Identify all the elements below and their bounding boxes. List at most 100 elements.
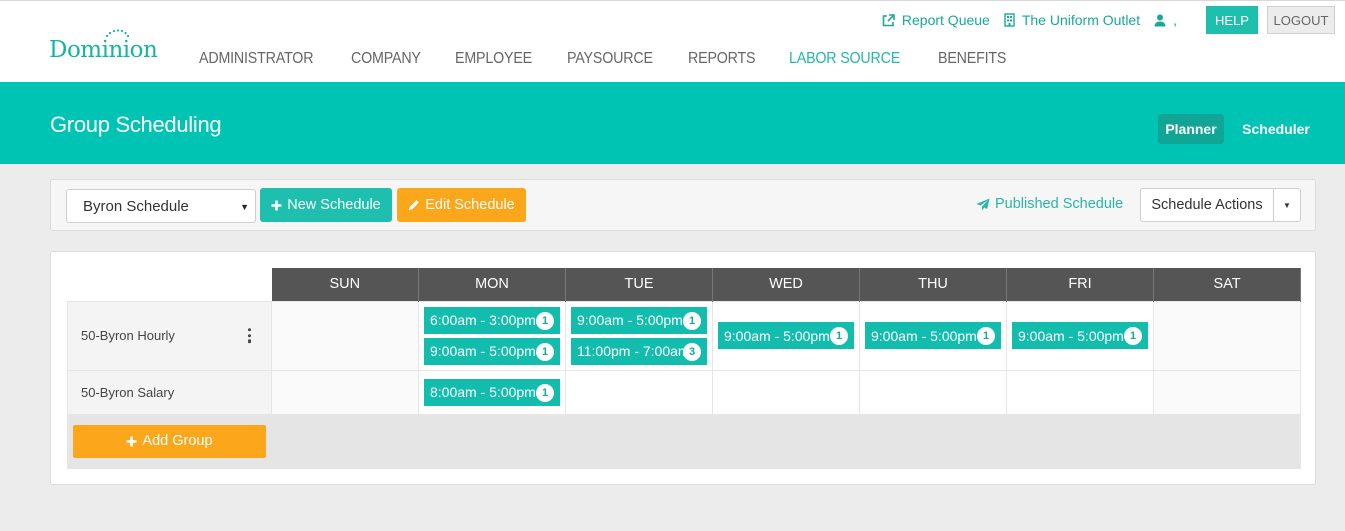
top-header: Dominion Report Queue The Uniform Outlet… bbox=[0, 0, 1345, 82]
company-label: The Uniform Outlet bbox=[1021, 12, 1141, 28]
new-schedule-button[interactable]: New Schedule bbox=[260, 188, 392, 222]
schedule-actions-dropdown[interactable]: ▼ bbox=[1274, 188, 1301, 222]
schedule-actions-button[interactable]: Schedule Actions bbox=[1140, 188, 1274, 222]
help-button[interactable]: HELP bbox=[1206, 6, 1258, 34]
day-cell[interactable]: 9:00am - 5:00pm 1 11:00pm - 7:00am 3 bbox=[565, 300, 713, 371]
day-cell[interactable]: 8:00am - 5:00pm 1 bbox=[418, 369, 566, 415]
day-cell[interactable]: 9:00am - 5:00pm 1 bbox=[859, 300, 1007, 371]
shift-block[interactable]: 11:00pm - 7:00am 3 bbox=[571, 337, 707, 365]
kebab-menu-icon[interactable] bbox=[247, 327, 251, 345]
day-header-fri: FRI bbox=[1006, 268, 1154, 301]
caret-down-icon: ▼ bbox=[240, 202, 249, 212]
shift-count-badge: 1 bbox=[536, 342, 554, 361]
logo-text: Dominion bbox=[49, 37, 158, 63]
shift-block[interactable]: 9:00am - 5:00pm 1 bbox=[571, 306, 707, 334]
utility-bar: Report Queue The Uniform Outlet , HELP L… bbox=[882, 6, 1335, 34]
pencil-icon bbox=[408, 199, 420, 211]
company-link[interactable]: The Uniform Outlet bbox=[1004, 12, 1140, 28]
paper-plane-icon bbox=[976, 198, 990, 211]
shift-time: 9:00am - 5:00pm bbox=[430, 343, 536, 359]
user-icon bbox=[1154, 14, 1166, 27]
user-label: , bbox=[1173, 12, 1177, 28]
dominion-logo[interactable]: Dominion bbox=[49, 29, 158, 63]
shift-time: 9:00am - 5:00pm bbox=[724, 327, 830, 344]
user-link[interactable]: , bbox=[1154, 12, 1177, 28]
schedule-select[interactable]: Byron Schedule ▼ bbox=[66, 189, 256, 223]
schedule-actions-group: Schedule Actions ▼ bbox=[1140, 188, 1301, 222]
nav-employee[interactable]: EMPLOYEE bbox=[455, 50, 532, 68]
page-title: Group Scheduling bbox=[50, 112, 222, 137]
shift-count-badge: 1 bbox=[830, 327, 848, 345]
day-cell[interactable]: 6:00am - 3:00pm 1 9:00am - 5:00pm 1 bbox=[418, 300, 566, 371]
external-link-icon bbox=[882, 13, 895, 27]
new-schedule-label: New Schedule bbox=[287, 197, 381, 213]
day-cell[interactable] bbox=[1153, 300, 1301, 371]
building-icon bbox=[1004, 13, 1015, 27]
report-queue-label: Report Queue bbox=[901, 12, 990, 28]
shift-time: 9:00am - 5:00pm bbox=[1018, 327, 1124, 344]
shift-block[interactable]: 9:00am - 5:00pm 1 bbox=[1012, 322, 1148, 349]
shift-count-badge: 3 bbox=[683, 342, 701, 361]
shift-count-badge: 1 bbox=[683, 311, 701, 330]
shift-time: 8:00am - 5:00pm bbox=[430, 384, 536, 400]
nav-labor-source[interactable]: LABOR SOURCE bbox=[789, 50, 900, 68]
page-banner: Group Scheduling Planner Scheduler bbox=[0, 82, 1345, 164]
shift-block[interactable]: 6:00am - 3:00pm 1 bbox=[424, 306, 560, 334]
group-name: 50-Byron Hourly bbox=[81, 328, 175, 343]
add-group-row: Add Group bbox=[67, 413, 1301, 469]
group-name: 50-Byron Salary bbox=[81, 384, 175, 400]
day-cell[interactable] bbox=[859, 369, 1007, 415]
nav-company[interactable]: COMPANY bbox=[351, 50, 421, 68]
group-row-label: 50-Byron Hourly bbox=[67, 300, 272, 371]
nav-paysource[interactable]: PAYSOURCE bbox=[567, 50, 653, 68]
main-nav: ADMINISTRATOR COMPANY EMPLOYEE PAYSOURCE… bbox=[199, 50, 1040, 68]
report-queue-link[interactable]: Report Queue bbox=[882, 12, 990, 28]
day-header-tue: TUE bbox=[565, 268, 713, 301]
day-header-mon: MON bbox=[418, 268, 566, 301]
day-cell[interactable] bbox=[712, 369, 860, 415]
group-row-label: 50-Byron Salary bbox=[67, 369, 272, 415]
day-header-thu: THU bbox=[859, 268, 1007, 301]
shift-time: 11:00pm - 7:00am bbox=[577, 343, 690, 359]
day-header-sat: SAT bbox=[1153, 268, 1301, 301]
tab-scheduler[interactable]: Scheduler bbox=[1238, 114, 1314, 144]
schedule-toolbar: Byron Schedule ▼ New Schedule Edit Sched… bbox=[50, 179, 1316, 231]
nav-administrator[interactable]: ADMINISTRATOR bbox=[199, 50, 314, 68]
day-cell[interactable] bbox=[1006, 369, 1154, 415]
nav-benefits[interactable]: BENEFITS bbox=[938, 50, 1006, 68]
nav-reports[interactable]: REPORTS bbox=[688, 50, 756, 68]
shift-block[interactable]: 9:00am - 5:00pm 1 bbox=[424, 337, 560, 365]
grid-corner bbox=[67, 268, 272, 301]
day-cell[interactable] bbox=[271, 300, 419, 371]
day-cell[interactable] bbox=[271, 369, 419, 415]
logo-dots bbox=[105, 29, 129, 38]
caret-down-icon: ▼ bbox=[1283, 200, 1291, 210]
add-group-button[interactable]: Add Group bbox=[73, 424, 266, 458]
shift-block[interactable]: 9:00am - 5:00pm 1 bbox=[718, 322, 854, 349]
group-row: 50-Byron Hourly 6:00am - 3:00pm 1 9:00am … bbox=[67, 300, 1301, 371]
tab-planner[interactable]: Planner bbox=[1158, 114, 1224, 144]
add-group-label: Add Group bbox=[142, 433, 213, 449]
shift-time: 9:00am - 5:00pm bbox=[871, 327, 977, 344]
day-header-sun: SUN bbox=[271, 268, 419, 301]
shift-count-badge: 1 bbox=[536, 383, 554, 402]
published-schedule-link[interactable]: Published Schedule bbox=[976, 196, 1123, 212]
day-cell[interactable] bbox=[1153, 369, 1301, 415]
day-header-wed: WED bbox=[712, 268, 860, 301]
shift-block[interactable]: 8:00am - 5:00pm 1 bbox=[424, 378, 560, 406]
shift-time: 9:00am - 5:00pm bbox=[577, 312, 683, 328]
plus-icon bbox=[271, 200, 282, 211]
schedule-select-value: Byron Schedule bbox=[83, 197, 189, 215]
day-cell[interactable] bbox=[565, 369, 713, 415]
day-cell[interactable]: 9:00am - 5:00pm 1 bbox=[1006, 300, 1154, 371]
day-cell[interactable]: 9:00am - 5:00pm 1 bbox=[712, 300, 860, 371]
schedule-panel: SUN MON TUE WED THU FRI SAT 50-Byron Hou… bbox=[50, 251, 1316, 485]
shift-count-badge: 1 bbox=[977, 327, 995, 345]
logout-button[interactable]: LOGOUT bbox=[1267, 6, 1335, 34]
edit-schedule-button[interactable]: Edit Schedule bbox=[397, 188, 526, 222]
add-group-cell: Add Group bbox=[67, 413, 1301, 469]
shift-block[interactable]: 9:00am - 5:00pm 1 bbox=[865, 322, 1001, 349]
shift-count-badge: 1 bbox=[1124, 327, 1142, 345]
group-row: 50-Byron Salary 8:00am - 5:00pm 1 bbox=[67, 369, 1301, 415]
edit-schedule-label: Edit Schedule bbox=[425, 197, 515, 213]
